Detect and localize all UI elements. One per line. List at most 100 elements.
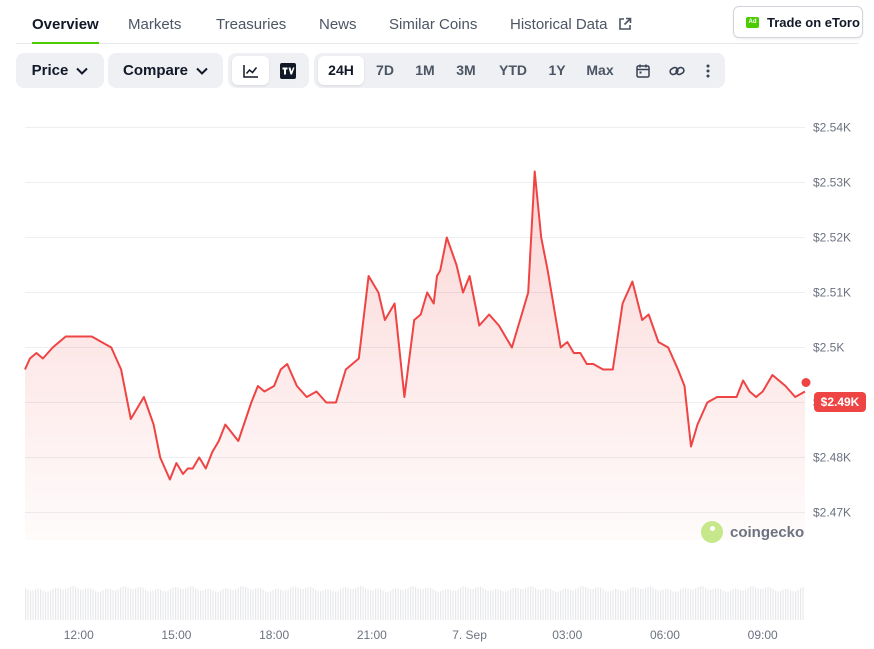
share-link-button[interactable]: [661, 56, 693, 85]
volume-bar: [590, 589, 592, 620]
volume-bar: [455, 590, 457, 620]
price-chart[interactable]: $2.54K $2.53K $2.52K $2.51K $2.5K $2.49K $2.48…: [0, 100, 874, 649]
volume-bar: [215, 591, 217, 620]
volume-bar: [662, 589, 664, 620]
volume-bar: [737, 589, 739, 620]
volume-bar: [305, 588, 307, 620]
volume-bar: [172, 587, 174, 620]
volume-bar: [547, 588, 549, 620]
volume-bar: [530, 586, 532, 620]
tab-treasuries[interactable]: Treasuries: [216, 0, 286, 44]
calendar-icon: [636, 64, 650, 79]
volume-bar: [180, 588, 182, 620]
volume-bar: [422, 589, 424, 620]
compare-dropdown[interactable]: Compare: [108, 53, 223, 88]
volume-bar: [625, 590, 627, 620]
volume-bar: [37, 588, 39, 620]
volume-bar: [72, 586, 74, 620]
volume-bar: [502, 591, 504, 620]
volume-bar: [210, 589, 212, 620]
volume-bar: [385, 591, 387, 620]
volume-bar: [577, 588, 579, 620]
volume-bar: [687, 588, 689, 620]
current-price-badge: $2.49K: [814, 392, 866, 412]
volume-bar: [490, 590, 492, 620]
trade-on-etoro-button[interactable]: Ad Trade on eToro: [733, 6, 863, 38]
volume-bar: [417, 588, 419, 620]
volume-bar: [372, 589, 374, 620]
volume-bar: [420, 589, 422, 620]
volume-bar: [257, 587, 259, 620]
volume-bar: [785, 589, 787, 620]
volume-bar: [795, 591, 797, 620]
tab-historical-data[interactable]: Historical Data: [510, 0, 632, 44]
volume-bar: [277, 588, 279, 620]
volume-bar: [297, 587, 299, 620]
volume-bar: [725, 591, 727, 620]
volume-bar: [252, 589, 254, 620]
volume-bar: [452, 590, 454, 620]
volume-bar: [522, 589, 524, 620]
volume-bar: [705, 587, 707, 620]
tab-news[interactable]: News: [319, 0, 357, 44]
volume-bar: [232, 589, 234, 620]
volume-bar: [312, 587, 314, 620]
tab-markets[interactable]: Markets: [128, 0, 181, 44]
range-24h-button[interactable]: 24H: [318, 56, 364, 85]
volume-bar: [667, 589, 669, 620]
tab-bar: Overview Markets Treasuries News Similar…: [16, 0, 858, 44]
range-ytd-button[interactable]: YTD: [488, 56, 538, 85]
price-dropdown[interactable]: Price: [16, 53, 104, 88]
volume-bar: [782, 589, 784, 620]
volume-bar: [545, 588, 547, 620]
volume-bar: [425, 588, 427, 620]
volume-bar: [392, 589, 394, 620]
volume-bar: [290, 587, 292, 620]
volume-bar: [467, 587, 469, 620]
volume-bar: [32, 590, 34, 620]
range-max-button[interactable]: Max: [576, 56, 624, 85]
volume-bar: [750, 586, 752, 620]
volume-bar: [187, 587, 189, 620]
volume-bar: [247, 588, 249, 620]
calendar-button[interactable]: [628, 56, 658, 85]
volume-bar: [757, 588, 759, 620]
volume-bar: [632, 586, 634, 620]
volume-bar: [655, 589, 657, 620]
tradingview-button[interactable]: [270, 56, 306, 85]
range-7d-button[interactable]: 7D: [366, 56, 404, 85]
volume-bar: [572, 590, 574, 620]
volume-bar: [227, 588, 229, 620]
tab-similar-coins[interactable]: Similar Coins: [389, 0, 477, 44]
range-3m-button[interactable]: 3M: [446, 56, 486, 85]
volume-bar: [395, 588, 397, 620]
volume-bar: [512, 587, 514, 620]
volume-bar: [595, 587, 597, 620]
volume-bar: [382, 590, 384, 620]
volume-bar: [600, 587, 602, 620]
volume-bar: [435, 591, 437, 620]
more-options-button[interactable]: [695, 56, 721, 85]
volume-bar: [597, 587, 599, 620]
volume-bar: [460, 587, 462, 620]
external-link-icon: [618, 17, 632, 30]
volume-bar: [192, 586, 194, 620]
volume-bar: [720, 589, 722, 620]
volume-bar: [110, 589, 112, 620]
y-tick-label: $2.51K: [813, 286, 851, 300]
volume-bar: [450, 590, 452, 620]
volume-bar: [432, 589, 434, 620]
range-1y-button[interactable]: 1Y: [540, 56, 574, 85]
volume-bar: [122, 586, 124, 620]
tab-overview[interactable]: Overview: [32, 0, 99, 44]
volume-bar: [457, 589, 459, 620]
volume-bar: [562, 589, 564, 620]
range-1m-button[interactable]: 1M: [406, 56, 444, 85]
volume-bar: [260, 588, 262, 620]
line-chart-button[interactable]: [232, 56, 269, 85]
volume-bar: [430, 587, 432, 620]
volume-bar: [152, 590, 154, 620]
volume-bar: [755, 587, 757, 620]
volume-bar: [155, 589, 157, 620]
brand-name: coingecko: [730, 523, 805, 541]
